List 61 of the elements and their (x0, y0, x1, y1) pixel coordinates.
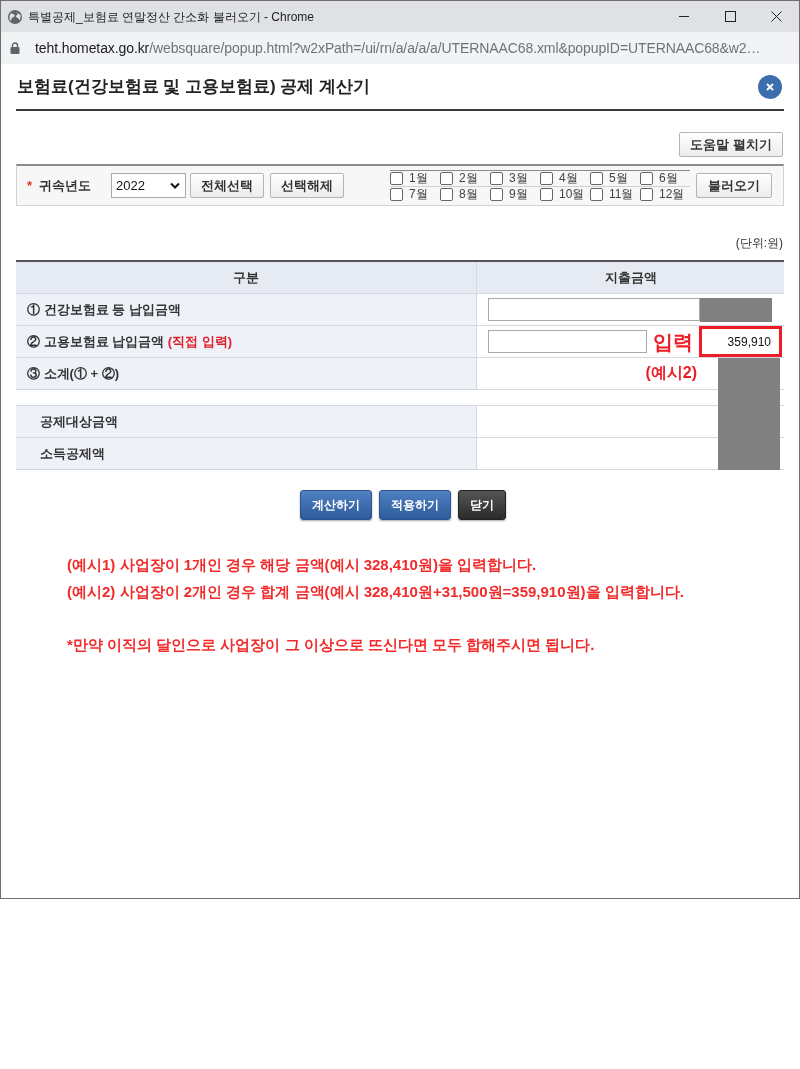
month-checkbox[interactable] (390, 187, 403, 201)
month-label: 4월 (559, 170, 578, 187)
column-header: 구분 (233, 268, 259, 287)
calculate-button[interactable]: 계산하기 (299, 490, 372, 520)
month-label: 9월 (509, 186, 528, 203)
help-button[interactable]: 도움말 펼치기 (679, 132, 783, 157)
url-text: teht.hometax.go.kr/websquare/popup.html?w2xPath=/ui/rn/a/a/a/a/UTERNAAC68.xml&popupID=UTERNAAC68&w2… (35, 38, 761, 58)
month-checkbox[interactable] (590, 187, 603, 201)
globe-icon (8, 9, 22, 24)
input-field[interactable] (488, 330, 647, 353)
month-checkbox[interactable] (490, 171, 503, 185)
apply-button[interactable]: 적용하기 (378, 490, 451, 520)
month-label: 12월 (659, 186, 685, 203)
month-checkbox[interactable] (440, 171, 453, 185)
close-icon (766, 82, 774, 91)
select-all-button[interactable]: 전체선택 (190, 173, 265, 198)
unit-note: (단위:원) (735, 235, 783, 252)
month-label: 8월 (459, 186, 478, 203)
window-title: 특별공제_보험료 연말정산 간소화 불러오기 - Chrome (28, 8, 315, 26)
clear-selection-button[interactable]: 선택해제 (270, 173, 345, 198)
month-label: 6월 (659, 170, 678, 187)
input-field[interactable] (488, 298, 700, 321)
maximize-icon (724, 11, 736, 22)
month-checkbox[interactable] (640, 187, 653, 201)
month-checkbox[interactable] (640, 171, 653, 185)
amount-field[interactable]: 359,910 (699, 326, 782, 357)
month-checkbox[interactable] (490, 187, 503, 201)
month-checkbox[interactable] (390, 171, 403, 185)
lock-icon (10, 42, 20, 54)
close-dialog-button[interactable]: 닫기 (457, 490, 506, 520)
minimize-icon (679, 16, 689, 17)
month-label: 5월 (609, 170, 628, 187)
footnote: *만약 이직의 달인으로 사업장이 그 이상으로 뜨신다면 모두 합해주시면 됩니다. (67, 635, 596, 655)
load-button[interactable]: 불러오기 (696, 173, 772, 198)
row-label: ① 건강보험료 등 납입금액 (27, 300, 181, 319)
close-icon (770, 11, 782, 22)
month-label: 3월 (509, 170, 528, 187)
year-select[interactable]: 2022 (111, 173, 187, 198)
column-header: 지출금액 (604, 268, 657, 287)
required-mark: * (27, 176, 33, 195)
month-label: 1월 (409, 170, 428, 187)
row-label: 소득공제액 (40, 444, 105, 463)
row-label: ③ 소계(① + ②) (27, 364, 120, 383)
month-checkbox[interactable] (540, 187, 553, 201)
dialog-title: 보험료(건강보험료 및 고용보험료) 공제 계산기 (17, 75, 371, 98)
month-checkbox[interactable] (440, 187, 453, 201)
chevron-down-icon (170, 182, 181, 189)
row-label: 공제대상금액 (40, 412, 118, 431)
callout-text: 입력 (653, 331, 693, 352)
callout-text: (예시2) (645, 363, 697, 383)
month-label: 2월 (459, 170, 478, 187)
example-note: (예시2) 사업장이 2개인 경우 합계 금액(예시 328,410원+31,500원=359,910원)을 입력합니다. (67, 582, 685, 602)
example-note: (예시1) 사업장이 1개인 경우 해당 금액(예시 328,410원)을 입력합니다. (67, 555, 538, 575)
row-label: ② 고용보험료 납입금액 (직접 입력) (27, 332, 233, 351)
month-checkbox[interactable] (590, 171, 603, 185)
month-checkbox[interactable] (540, 171, 553, 185)
field-label: 귀속년도 (39, 176, 92, 195)
close-button[interactable] (758, 74, 782, 99)
month-label: 7월 (409, 186, 428, 203)
month-label: 11월 (609, 186, 634, 203)
month-label: 10월 (559, 186, 585, 203)
